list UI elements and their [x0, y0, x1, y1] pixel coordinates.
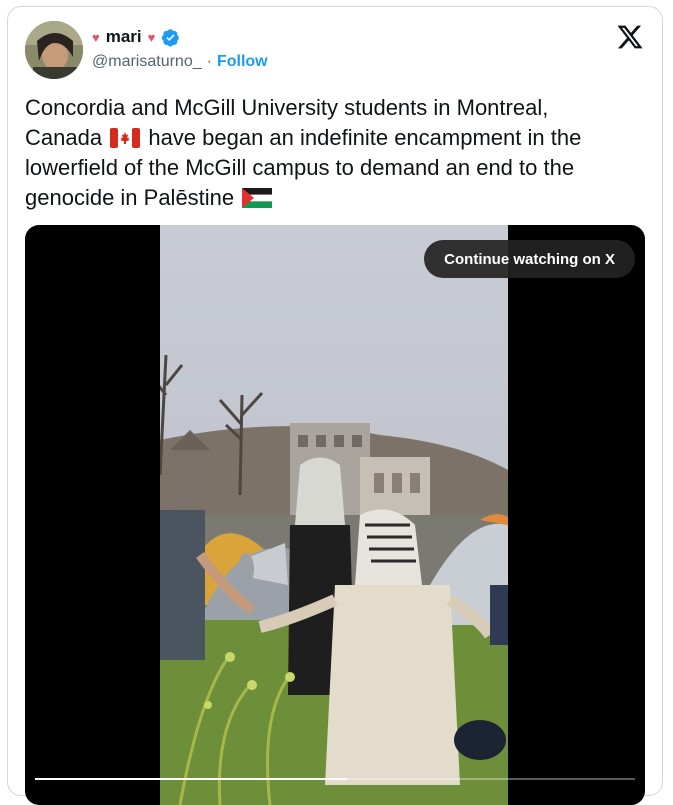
author-name-row[interactable]: ♥ mari ♥	[92, 25, 180, 49]
author-handle-row: @marisaturno_ · Follow	[92, 53, 268, 71]
x-logo-icon[interactable]	[616, 23, 644, 51]
video-progress-bar[interactable]	[35, 778, 635, 780]
tweet-line-2a: Canada	[25, 125, 103, 150]
tweet-line-1: Concordia and McGill University students…	[25, 95, 549, 120]
video-progress-fill	[35, 778, 347, 780]
continue-watching-button[interactable]: Continue watching on X	[424, 240, 635, 278]
heart-left: ♥	[92, 29, 100, 45]
author-handle[interactable]: @marisaturno_	[92, 53, 202, 71]
tweet-line-4: genocide in Palēstine	[25, 185, 235, 210]
tweet-card[interactable]: ♥ mari ♥ @marisaturno_ · Follow Concordi…	[7, 6, 663, 805]
separator-dot: ·	[206, 53, 212, 70]
tweet-line-2b: have began an indefinite encampment in t…	[148, 125, 582, 150]
canada-flag-icon	[110, 128, 141, 148]
author-avatar[interactable]	[25, 21, 83, 79]
heart-right: ♥	[147, 29, 156, 45]
tweet-text: Concordia and McGill University students…	[25, 93, 645, 213]
verified-badge-icon	[162, 28, 180, 47]
author-display-name[interactable]: mari	[106, 27, 142, 47]
video-frame[interactable]	[160, 225, 508, 805]
tweet-line-3: lowerfield of the McGill campus to deman…	[25, 155, 575, 180]
follow-button[interactable]: Follow	[217, 53, 268, 71]
palestine-flag-icon	[242, 188, 273, 208]
video-player[interactable]: Continue watching on X	[25, 225, 645, 805]
